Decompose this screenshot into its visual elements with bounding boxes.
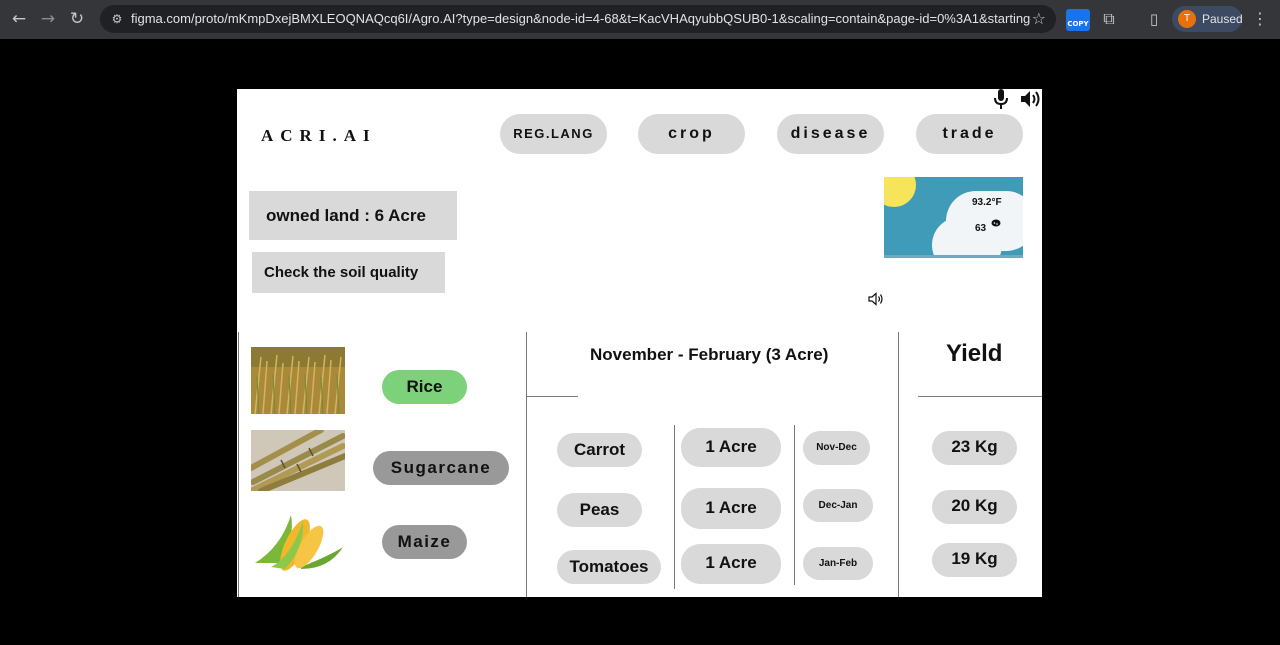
rain-cloud-icon	[991, 219, 1001, 227]
nav-crop-button[interactable]: crop	[638, 114, 745, 154]
url-text[interactable]: figma.com/proto/mKmpDxejBMXLEOQNAQcq6I/A…	[131, 11, 1031, 26]
site-settings-icon[interactable]: ⚙	[108, 10, 126, 28]
season-area-cell: 1 Acre	[681, 544, 781, 584]
browser-toolbar: ← → ↻ ⚙ figma.com/proto/mKmpDxejBMXLEOQN…	[0, 0, 1280, 39]
forward-icon[interactable]: →	[37, 8, 59, 30]
crop-maize-button[interactable]: Maize	[382, 525, 467, 559]
season-crop-peas[interactable]: Peas	[557, 493, 642, 527]
check-soil-button[interactable]: Check the soil quality	[252, 252, 445, 293]
temperature-low: 63	[975, 223, 987, 234]
yield-value: 19 Kg	[932, 543, 1017, 577]
divider	[674, 425, 675, 589]
season-title: November - February (3 Acre)	[590, 345, 829, 364]
divider	[918, 396, 1042, 397]
sun-icon	[884, 177, 916, 207]
extensions-puzzle-icon[interactable]: ⧉	[1098, 8, 1120, 30]
reload-icon[interactable]: ↻	[66, 8, 88, 30]
avatar: T	[1178, 10, 1196, 28]
season-crop-carrot[interactable]: Carrot	[557, 433, 642, 467]
app-logo: ACRI.AI	[261, 126, 377, 145]
profile-button[interactable]: T Paused	[1172, 6, 1243, 32]
rice-field-image	[251, 347, 345, 414]
divider	[526, 332, 527, 597]
divider	[526, 396, 578, 397]
divider	[238, 332, 239, 597]
yield-value: 20 Kg	[932, 490, 1017, 524]
nav-reg-lang-button[interactable]: REG.LANG	[500, 114, 607, 154]
yield-value: 23 Kg	[932, 431, 1017, 465]
season-months-cell: Jan-Feb	[803, 547, 873, 580]
season-area-cell: 1 Acre	[681, 488, 781, 529]
season-crop-tomatoes[interactable]: Tomatoes	[557, 550, 661, 584]
nav-disease-button[interactable]: disease	[777, 114, 884, 154]
season-months-cell: Nov-Dec	[803, 431, 870, 465]
address-bar[interactable]: ⚙ figma.com/proto/mKmpDxejBMXLEOQNAQcq6I…	[100, 5, 1056, 33]
side-panel-icon[interactable]: ▯	[1143, 8, 1165, 30]
microphone-icon[interactable]	[993, 89, 1009, 109]
bookmark-star-icon[interactable]: ☆	[1032, 9, 1046, 28]
profile-status: Paused	[1202, 12, 1243, 26]
divider	[794, 425, 795, 585]
owned-land-box: owned land : 6 Acre	[249, 191, 457, 240]
yield-title: Yield	[946, 340, 1003, 367]
speaker-icon[interactable]	[1020, 89, 1042, 109]
weather-widget: 93.2°F 63	[884, 177, 1023, 258]
speaker-icon[interactable]	[868, 292, 884, 306]
divider	[898, 332, 899, 597]
sugarcane-image	[251, 430, 345, 491]
weather-divider	[884, 255, 1023, 258]
maize-image	[251, 507, 345, 571]
crop-sugarcane-button[interactable]: Sugarcane	[373, 451, 509, 485]
nav-trade-button[interactable]: trade	[916, 114, 1023, 154]
season-area-cell: 1 Acre	[681, 428, 781, 467]
temperature-high: 93.2°F	[972, 197, 1002, 208]
prototype-frame: ACRI.AI REG.LANG crop disease trade owne…	[237, 89, 1042, 597]
browser-menu-icon[interactable]: ⋮	[1252, 8, 1268, 30]
copy-extension-icon[interactable]: COPY	[1066, 9, 1090, 31]
season-months-cell: Dec-Jan	[803, 489, 873, 522]
back-icon[interactable]: ←	[8, 8, 30, 30]
crop-rice-button[interactable]: Rice	[382, 370, 467, 404]
